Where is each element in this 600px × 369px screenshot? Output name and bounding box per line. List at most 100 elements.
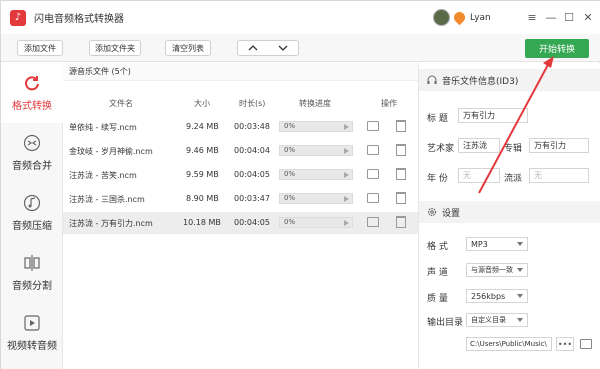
title-field[interactable]: 万有引力 — [458, 108, 528, 123]
table-row[interactable]: 汪苏泷 - 苦笑.ncm 9.59 MB 00:04:05 0% — [63, 164, 418, 186]
channel-value: 与源音频一致 — [471, 266, 513, 274]
table-row[interactable]: 金玟岐 - 岁月神偷.ncm 9.46 MB 00:04:04 0% — [63, 140, 418, 162]
folder-icon[interactable] — [367, 217, 379, 227]
chevron-down-icon — [517, 294, 523, 298]
sidebar-item-label: 视频转音频 — [7, 341, 57, 352]
table-row[interactable]: 单依纯 - 续写.ncm 9.24 MB 00:03:48 0% — [63, 116, 418, 138]
maximize-icon[interactable]: ☐ — [562, 10, 576, 24]
progress-bar: 0% — [279, 193, 353, 204]
column-size: 大小 — [194, 99, 210, 108]
output-dir-select[interactable]: 自定义目录 — [466, 313, 528, 327]
play-icon — [344, 124, 349, 130]
file-duration: 00:03:47 — [234, 194, 270, 203]
trash-icon[interactable] — [396, 192, 406, 204]
album-field[interactable]: 万有引力 — [529, 138, 589, 153]
merge-icon — [23, 134, 41, 152]
properties-panel: 音乐文件信息(ID3) 标 题 万有引力 艺术家 汪苏泷 专辑 万有引力 年 份… — [418, 63, 600, 369]
music-note-icon — [23, 194, 41, 212]
minimize-icon[interactable]: — — [544, 10, 558, 24]
toolbar: 添加文件 添加文件夹 清空列表 开始转换 — [1, 34, 600, 62]
sidebar-item-audio-compress[interactable]: 音频压缩 — [1, 183, 63, 243]
move-up-button[interactable] — [238, 41, 268, 55]
progress-text: 0% — [284, 122, 296, 130]
sidebar-item-video-to-audio[interactable]: 视频转音频 — [1, 303, 63, 363]
progress-bar: 0% — [279, 145, 353, 156]
file-name: 单依纯 - 续写.ncm — [69, 123, 137, 132]
user-area[interactable]: Lyan — [433, 9, 491, 26]
file-duration: 00:04:04 — [234, 146, 270, 155]
progress-text: 0% — [284, 146, 296, 154]
add-folder-button[interactable]: 添加文件夹 — [89, 40, 141, 56]
refresh-icon — [23, 74, 41, 92]
trash-icon[interactable] — [396, 216, 406, 228]
artist-label: 艺术家 — [427, 144, 455, 154]
format-value: MP3 — [471, 239, 488, 249]
year-field[interactable]: 无 — [458, 168, 500, 183]
folder-icon[interactable] — [367, 169, 379, 179]
genre-field[interactable]: 无 — [529, 168, 589, 183]
column-actions: 操作 — [381, 99, 397, 108]
genre-label: 流派 — [504, 174, 523, 184]
column-filename: 文件名 — [109, 99, 133, 108]
play-icon — [344, 148, 349, 154]
play-icon — [344, 172, 349, 178]
move-buttons — [237, 40, 299, 56]
file-list-header: 源音乐文件 (5个) — [63, 63, 418, 81]
chevron-down-icon — [517, 318, 523, 322]
sidebar: 格式转换 音频合并 音频压缩 音频分割 视频转音频 — [1, 63, 63, 369]
progress-bar: 0% — [279, 217, 353, 228]
chevron-down-icon — [517, 242, 523, 246]
avatar[interactable] — [433, 9, 450, 26]
table-row[interactable]: 汪苏泷 - 三国杀.ncm 8.90 MB 00:03:47 0% — [63, 188, 418, 210]
file-name: 汪苏泷 - 万有引力.ncm — [69, 219, 153, 228]
file-size: 9.24 MB — [186, 122, 219, 131]
sidebar-item-audio-split[interactable]: 音频分割 — [1, 243, 63, 303]
menu-icon[interactable]: ≡ — [525, 10, 539, 24]
app-logo-icon: ♪ — [10, 9, 26, 26]
output-dir-value: 自定义目录 — [471, 316, 506, 324]
progress-text: 0% — [284, 170, 296, 178]
username: Lyan — [470, 12, 491, 23]
year-label: 年 份 — [427, 174, 448, 184]
sidebar-item-label: 音频分割 — [12, 281, 52, 292]
open-folder-icon[interactable] — [580, 339, 592, 349]
start-convert-button[interactable]: 开始转换 — [525, 39, 589, 58]
format-select[interactable]: MP3 — [466, 237, 528, 251]
channel-label: 声 道 — [427, 268, 448, 278]
file-size: 8.90 MB — [186, 194, 219, 203]
artist-field[interactable]: 汪苏泷 — [458, 138, 500, 153]
channel-select[interactable]: 与源音频一致 — [466, 263, 528, 277]
table-row[interactable]: 汪苏泷 - 万有引力.ncm 10.18 MB 00:04:05 0% — [63, 212, 418, 234]
progress-bar: 0% — [279, 169, 353, 180]
output-path-field[interactable]: C:\Users\Public\Music\ — [466, 337, 552, 351]
vip-badge-icon — [451, 9, 468, 26]
trash-icon[interactable] — [396, 144, 406, 156]
sidebar-item-format-convert[interactable]: 格式转换 — [1, 63, 63, 123]
trash-icon[interactable] — [396, 168, 406, 180]
headphones-icon — [427, 75, 437, 85]
title-label: 标 题 — [427, 114, 448, 124]
sidebar-item-audio-merge[interactable]: 音频合并 — [1, 123, 63, 183]
folder-icon[interactable] — [367, 121, 379, 131]
title-bar: ♪ 闪电音频格式转换器 Lyan ≡ — ☐ ✕ — [1, 1, 600, 34]
play-icon — [344, 196, 349, 202]
folder-icon[interactable] — [367, 145, 379, 155]
table-header: 文件名 大小 时长(s) 转换进度 操作 — [63, 96, 418, 110]
id3-section-header: 音乐文件信息(ID3) — [419, 69, 600, 91]
clear-list-button[interactable]: 清空列表 — [165, 40, 211, 56]
file-duration: 00:03:48 — [234, 122, 270, 131]
folder-icon[interactable] — [367, 193, 379, 203]
chevron-down-icon — [278, 45, 288, 51]
browse-button[interactable]: ••• — [556, 337, 574, 351]
trash-icon[interactable] — [396, 120, 406, 132]
sidebar-item-label: 格式转换 — [12, 101, 52, 112]
settings-section-header: 设置 — [419, 201, 600, 223]
file-name: 汪苏泷 - 苦笑.ncm — [69, 171, 137, 180]
quality-value: 256kbps — [471, 291, 506, 301]
move-down-button[interactable] — [268, 41, 298, 55]
add-file-button[interactable]: 添加文件 — [17, 40, 63, 56]
file-name: 汪苏泷 - 三国杀.ncm — [69, 195, 145, 204]
play-icon — [344, 220, 349, 226]
quality-select[interactable]: 256kbps — [466, 289, 528, 303]
close-icon[interactable]: ✕ — [581, 10, 595, 24]
